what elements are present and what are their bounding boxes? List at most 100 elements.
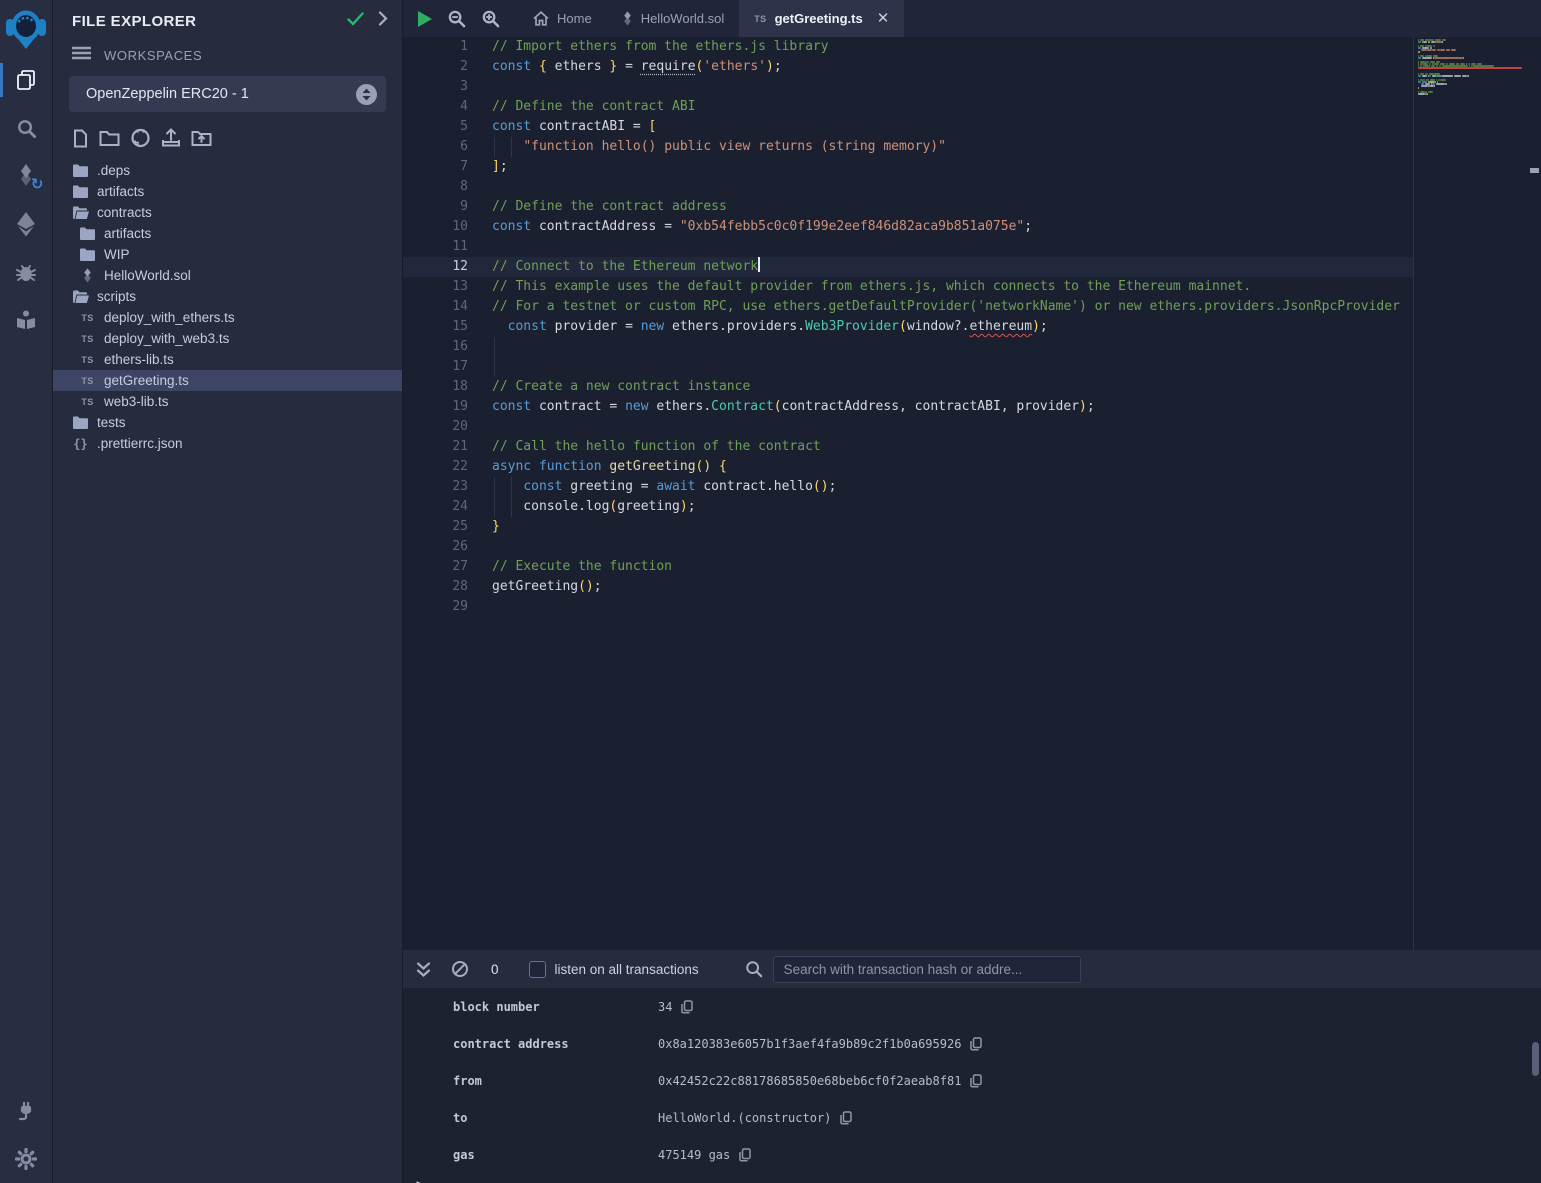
code-line-12[interactable]: 12// Connect to the Ethereum network xyxy=(403,257,1413,277)
code-editor[interactable]: 1 // Import ethers from the ethers.js lib… xyxy=(403,37,1541,950)
code-text[interactable]: // Call the hello function of the contra… xyxy=(492,437,821,457)
line-number[interactable]: 24 xyxy=(403,497,468,517)
copy-icon[interactable] xyxy=(970,1074,982,1088)
settings-icon[interactable] xyxy=(0,1135,53,1183)
code-line-26[interactable]: 26 xyxy=(403,537,1413,557)
code-line-18[interactable]: 18 // Create a new contract instance xyxy=(403,377,1413,397)
tree-item-artifacts[interactable]: artifacts xyxy=(53,223,402,244)
code-text[interactable]: async function getGreeting() { xyxy=(492,457,727,477)
chevron-right-icon[interactable] xyxy=(378,11,388,31)
terminal-search-input[interactable] xyxy=(773,956,1081,983)
workspace-select[interactable]: OpenZeppelin ERC20 - 1 xyxy=(69,76,386,112)
line-number[interactable]: 1 xyxy=(403,37,468,57)
code-line-1[interactable]: 1 // Import ethers from the ethers.js lib… xyxy=(403,37,1413,57)
terminal-scrollbar-thumb[interactable] xyxy=(1532,1042,1539,1076)
line-number[interactable]: 25 xyxy=(403,517,468,537)
code-line-9[interactable]: 9 // Define the contract address xyxy=(403,197,1413,217)
line-number[interactable]: 10 xyxy=(403,217,468,237)
code-line-22[interactable]: 22async function getGreeting() { xyxy=(403,457,1413,477)
tree-item-artifacts[interactable]: artifacts xyxy=(53,181,402,202)
line-number[interactable]: 4 xyxy=(403,97,468,117)
code-text[interactable]: const { ethers } = require('ethers'); xyxy=(492,57,782,77)
tree-item-getGreeting.ts[interactable]: TSgetGreeting.ts xyxy=(53,370,402,391)
line-number[interactable]: 3 xyxy=(403,77,468,97)
code-line-11[interactable]: 11 xyxy=(403,237,1413,257)
line-number[interactable]: 9 xyxy=(403,197,468,217)
line-number[interactable]: 7 xyxy=(403,157,468,177)
tree-item-scripts[interactable]: scripts xyxy=(53,286,402,307)
line-number[interactable]: 8 xyxy=(403,177,468,197)
line-number[interactable]: 11 xyxy=(403,237,468,257)
terminal-collapse-icon[interactable] xyxy=(416,961,431,978)
code-line-6[interactable]: 6 "function hello() public view returns … xyxy=(403,137,1413,157)
code-text[interactable]: const greeting = await contract.hello(); xyxy=(492,477,836,497)
tree-item-contracts[interactable]: contracts xyxy=(53,202,402,223)
line-number[interactable]: 26 xyxy=(403,537,468,557)
line-number[interactable]: 6 xyxy=(403,137,468,157)
line-number[interactable]: 12 xyxy=(403,257,468,277)
code-line-19[interactable]: 19const contract = new ethers.Contract(c… xyxy=(403,397,1413,417)
copy-icon[interactable] xyxy=(739,1148,751,1162)
tab-Home[interactable]: Home xyxy=(518,0,607,37)
copy-icon[interactable] xyxy=(681,1000,693,1014)
terminal-clear-icon[interactable] xyxy=(451,960,469,978)
code-line-13[interactable]: 13// This example uses the default provi… xyxy=(403,277,1413,297)
code-line-29[interactable]: 29 xyxy=(403,597,1413,617)
tree-item-WIP[interactable]: WIP xyxy=(53,244,402,265)
solidity-compiler-icon[interactable]: ↻ xyxy=(0,152,53,200)
line-number[interactable]: 21 xyxy=(403,437,468,457)
code-line-4[interactable]: 4 // Define the contract ABI xyxy=(403,97,1413,117)
terminal-prompt[interactable]: > xyxy=(416,1178,424,1183)
tree-item-tests[interactable]: tests xyxy=(53,412,402,433)
code-line-7[interactable]: 7]; xyxy=(403,157,1413,177)
code-text[interactable]: // Import ethers from the ethers.js libr… xyxy=(492,37,829,57)
copy-icon[interactable] xyxy=(840,1111,852,1125)
tree-item-HelloWorld.sol[interactable]: HelloWorld.sol xyxy=(53,265,402,286)
code-line-2[interactable]: 2const { ethers } = require('ethers'); xyxy=(403,57,1413,77)
line-number[interactable]: 14 xyxy=(403,297,468,317)
close-tab-icon[interactable]: ✕ xyxy=(877,11,890,26)
check-icon[interactable] xyxy=(347,12,364,31)
code-text[interactable]: const contractABI = [ xyxy=(492,117,656,137)
open-file-icon[interactable] xyxy=(191,129,212,147)
new-file-icon[interactable] xyxy=(72,129,89,148)
code-text[interactable]: "function hello() public view returns (s… xyxy=(492,137,946,157)
plugin-manager-icon[interactable] xyxy=(0,1087,53,1135)
code-text[interactable]: console.log(greeting); xyxy=(492,497,696,517)
code-text[interactable]: } xyxy=(492,517,500,537)
line-number[interactable]: 18 xyxy=(403,377,468,397)
code-text[interactable]: // Create a new contract instance xyxy=(492,377,750,397)
code-line-14[interactable]: 14 // For a testnet or custom RPC, use et… xyxy=(403,297,1413,317)
new-folder-icon[interactable] xyxy=(99,129,120,147)
code-line-5[interactable]: 5const contractABI = [ xyxy=(403,117,1413,137)
line-number[interactable]: 29 xyxy=(403,597,468,617)
code-area[interactable]: 1 // Import ethers from the ethers.js lib… xyxy=(403,37,1413,950)
code-text[interactable]: // For a testnet or custom RPC, use ethe… xyxy=(492,297,1400,317)
tab-getGreeting.ts[interactable]: TSgetGreeting.ts✕ xyxy=(739,0,904,37)
zoom-in-icon[interactable] xyxy=(481,9,500,28)
tree-item-deploy_with_web3.ts[interactable]: TSdeploy_with_web3.ts xyxy=(53,328,402,349)
code-line-10[interactable]: 10const contractAddress = "0xb54febb5c0c… xyxy=(403,217,1413,237)
code-line-27[interactable]: 27 // Execute the function xyxy=(403,557,1413,577)
code-line-21[interactable]: 21 // Call the hello function of the cont… xyxy=(403,437,1413,457)
line-number[interactable]: 13 xyxy=(403,277,468,297)
run-script-icon[interactable] xyxy=(418,11,432,27)
learneth-icon[interactable] xyxy=(0,296,53,344)
code-text[interactable]: // Define the contract address xyxy=(492,197,727,217)
line-number[interactable]: 19 xyxy=(403,397,468,417)
code-line-17[interactable]: 17 xyxy=(403,357,1413,377)
copy-icon[interactable] xyxy=(970,1037,982,1051)
line-number[interactable]: 17 xyxy=(403,357,468,377)
debugger-icon[interactable] xyxy=(0,248,53,296)
tree-item-.deps[interactable]: .deps xyxy=(53,160,402,181)
code-text[interactable]: // Define the contract ABI xyxy=(492,97,696,117)
code-text[interactable]: // Execute the function xyxy=(492,557,672,577)
tree-item-web3-lib.ts[interactable]: TSweb3-lib.ts xyxy=(53,391,402,412)
line-number[interactable]: 20 xyxy=(403,417,468,437)
line-number[interactable]: 16 xyxy=(403,337,468,357)
code-line-15[interactable]: 15 const provider = new ethers.providers… xyxy=(403,317,1413,337)
code-line-16[interactable]: 16 xyxy=(403,337,1413,357)
publish-gist-icon[interactable] xyxy=(161,128,181,148)
line-number[interactable]: 23 xyxy=(403,477,468,497)
line-number[interactable]: 27 xyxy=(403,557,468,577)
